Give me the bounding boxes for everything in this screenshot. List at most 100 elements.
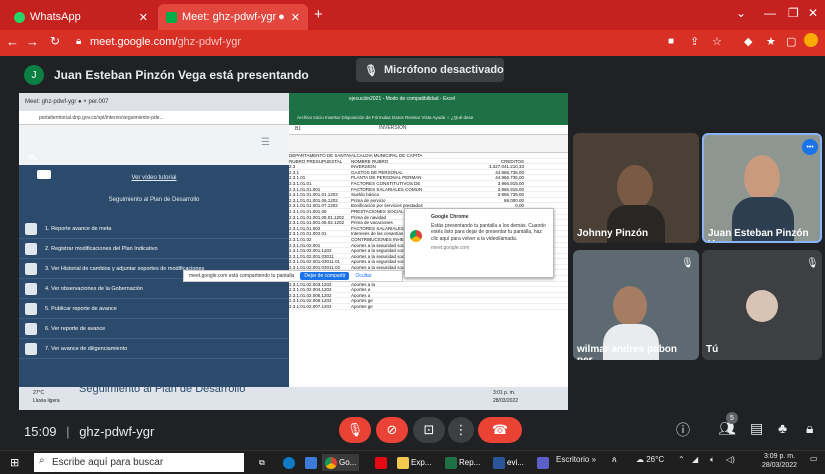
search-icon: ⌕	[39, 455, 45, 466]
section-title: Seguimiento al Plan de Desarrollo	[108, 197, 200, 203]
weather-tray[interactable]: ☁︎ 26°C	[636, 455, 664, 464]
window-icon[interactable]: ▢	[786, 35, 796, 48]
participant-tile-juan[interactable]: Juan Esteban Pinzón Vega •••	[702, 133, 822, 243]
formula-bar: B1 INVERSION	[289, 125, 568, 135]
windows-search-input[interactable]: ⌕ Escribe aquí para buscar	[34, 453, 244, 472]
tray-overflow-icon: »	[591, 455, 597, 464]
desktop-toolbar[interactable]: Escritorio »	[556, 455, 596, 464]
tab-label: WhatsApp	[30, 11, 81, 23]
edge-app[interactable]	[280, 454, 298, 471]
share-icon[interactable]: ⇪	[690, 35, 699, 48]
taskbar-chrome-app[interactable]: Go...	[322, 454, 360, 471]
word-app[interactable]: evi...	[490, 454, 527, 471]
app-label: Go...	[339, 458, 357, 467]
activities-icon[interactable]: ♣	[778, 420, 787, 436]
table-cell: 2.3.1.01.02.001.03011.02	[289, 264, 340, 270]
hide-button: Ocultar	[355, 273, 372, 279]
more-options-button[interactable]: ⋮	[448, 417, 474, 443]
table-cell: 2.3.1.01.01.001.01.1202	[289, 192, 338, 197]
menu-item-6: 6. Ver reporte de avance	[19, 319, 289, 339]
close-window-icon[interactable]: ✕	[808, 6, 818, 20]
table-cell: ALCALDIA MUNICIPAL DE CAPITA	[351, 153, 423, 158]
minimize-icon[interactable]: —	[764, 6, 776, 20]
netflix-icon	[375, 456, 387, 469]
excel-app[interactable]: Rep...	[442, 454, 483, 471]
chat-icon[interactable]: ▤	[750, 420, 763, 437]
maximize-icon[interactable]: ❐	[788, 6, 799, 20]
toggle-camera-button[interactable]: ⊘	[376, 417, 408, 443]
volume-icon[interactable]: ◁)	[726, 455, 735, 464]
menu-item-5: 5. Publicar reporte de avance	[19, 299, 289, 319]
back-icon[interactable]: ←	[6, 34, 19, 49]
leave-call-button[interactable]: ☎︎	[478, 417, 522, 443]
shared-browser-tabs: Meet: ghz-pdwf-ygr ● × per.007	[19, 93, 289, 111]
chrome-icon	[410, 230, 422, 242]
profile-avatar[interactable]	[804, 33, 818, 47]
tray-chevron-icon[interactable]: ⌃	[678, 455, 685, 464]
toggle-mic-button[interactable]: 🎙︎	[339, 417, 371, 443]
edit-icon	[25, 243, 37, 255]
table-cell: 2.3.1.01.02.001.1202	[289, 248, 332, 253]
notifications-icon[interactable]: ▭	[810, 454, 818, 463]
more-options-icon[interactable]: •••	[802, 139, 818, 155]
table-cell: Aportes ge	[351, 298, 373, 304]
column-header-row	[289, 135, 568, 153]
participant-name: Johnny Pinzón	[577, 228, 649, 239]
table-cell: Prima de servicio	[351, 197, 386, 203]
person-icon[interactable]: ጰ	[612, 455, 617, 465]
table-cell: 2.3.1.01.01.002.01	[289, 231, 327, 236]
windows-start-icon[interactable]: ⊞	[10, 456, 19, 469]
participant-tile-you[interactable]: Tú 🎙︎	[702, 250, 822, 360]
system-clock[interactable]: 3:09 p. m. 28/03/2022	[762, 452, 797, 470]
tab-search-icon[interactable]: ⌄	[736, 6, 746, 20]
menu-item-label: 3. Ver Historial de cambios y adjuntar s…	[45, 265, 205, 272]
url-field[interactable]: meet.google.com/ghz-pdwf-ygr	[90, 36, 241, 48]
clock-date: 28/03/2022	[762, 462, 798, 469]
lock-meeting-icon[interactable]: 🔒︎	[806, 420, 813, 437]
browser-icon	[305, 456, 317, 469]
table-cell: 2.3.1.01.01.001.08	[289, 208, 327, 214]
table-cell	[439, 304, 524, 309]
table-cell: 2.3.1.01.01	[289, 180, 312, 186]
tab-meet[interactable]: Meet: ghz-pdwf-ygr ● ✕	[158, 4, 308, 30]
explorer-app[interactable]: Exp...	[394, 454, 434, 471]
self-avatar	[746, 290, 778, 322]
table-cell: 2.3.1.01.01.001	[289, 186, 321, 192]
meeting-info: 15:09 | ghz-pdwf-ygr	[24, 424, 154, 439]
table-cell: 2.3.1	[289, 169, 300, 175]
audio-icon[interactable]: 🔈︎	[710, 455, 715, 465]
table-cell: NOMBRE RUBRO	[351, 158, 389, 164]
camera-indicator-icon[interactable]: ■	[668, 36, 674, 47]
present-screen-button[interactable]: ⊡	[413, 417, 445, 443]
formula-value: INVERSION	[379, 125, 407, 131]
tab-whatsapp[interactable]: WhatsApp ✕	[6, 4, 156, 30]
app-label: evi...	[507, 458, 524, 467]
close-icon[interactable]: ✕	[139, 11, 148, 24]
hamburger-icon: ☰	[261, 137, 270, 148]
shared-date: 28/03/2022	[493, 398, 519, 404]
close-icon[interactable]: ✕	[291, 11, 300, 24]
info-icon[interactable]: ⓘ	[676, 420, 690, 440]
bookmark-star-icon[interactable]: ☆	[712, 35, 722, 48]
excel-title: ejecución2021 - Modo de compatibilidad -…	[349, 96, 456, 102]
task-view-icon[interactable]: ⧉	[256, 454, 268, 471]
participant-tile-wilmar[interactable]: wilmar andres pabon per... 🎙︎	[573, 250, 699, 360]
table-cell: FACTORES CONSTITUTIVOS DE	[351, 180, 421, 186]
extensions-puzzle-icon[interactable]: ★	[766, 35, 776, 48]
browser-app[interactable]	[302, 454, 320, 471]
observations-icon	[25, 283, 37, 295]
clock-time: 3:09 p. m.	[763, 453, 796, 460]
netflix-app[interactable]	[372, 454, 390, 471]
participant-tile-johnny[interactable]: Johnny Pinzón	[573, 133, 699, 243]
new-tab-button[interactable]: +	[314, 6, 323, 23]
network-icon[interactable]: ◢	[692, 455, 698, 464]
chrome-icon	[325, 456, 337, 469]
reload-icon[interactable]: ↻	[50, 34, 60, 48]
teams-app[interactable]	[534, 454, 552, 471]
table-cell: 2.3.1.01.02.001.03011.01	[289, 259, 340, 264]
app-label: Exp...	[411, 458, 432, 467]
share-notice-text: meet.google.com está compartiendo tu pan…	[189, 273, 295, 279]
extension-icon[interactable]: ◆	[744, 35, 752, 48]
presenting-label: Juan Esteban Pinzón Vega está presentand…	[54, 68, 309, 82]
forward-icon[interactable]: →	[26, 34, 39, 49]
